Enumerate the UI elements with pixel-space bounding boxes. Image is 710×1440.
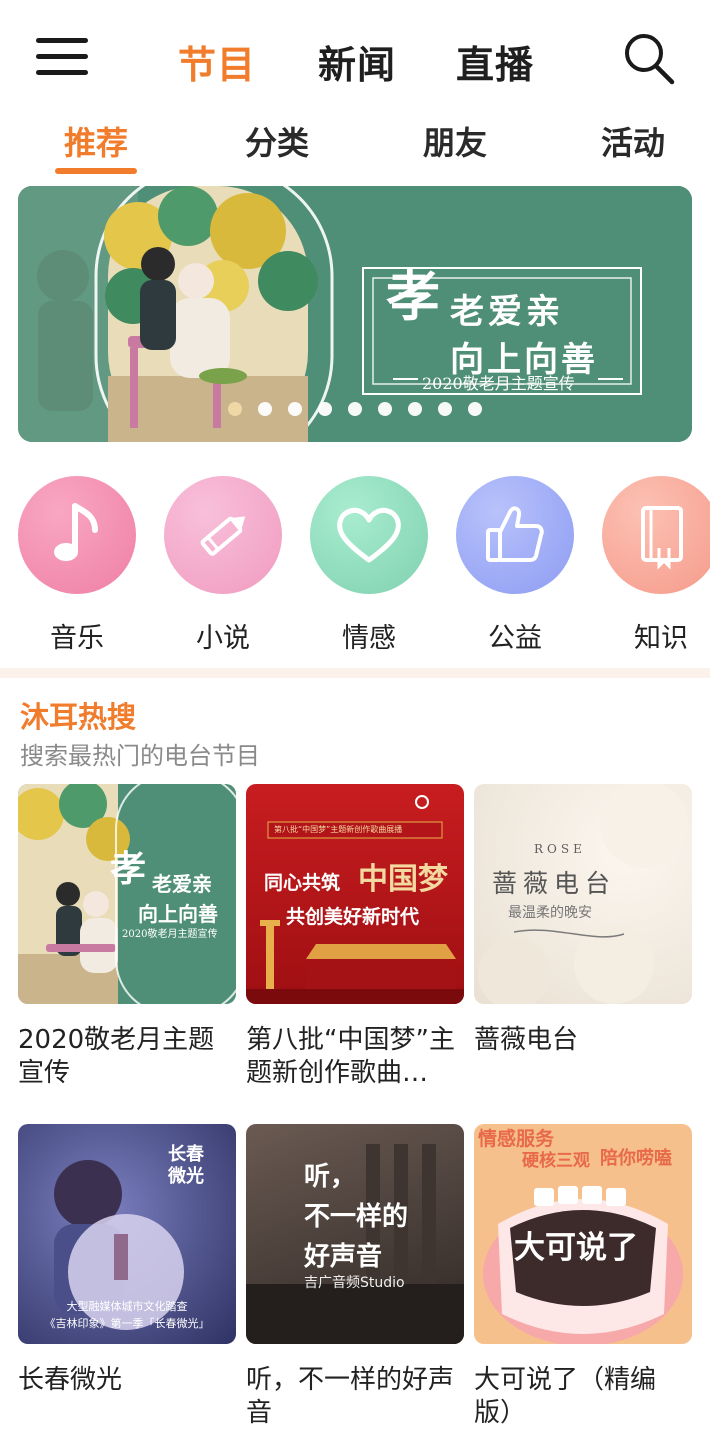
program-card[interactable]: 孝 老爱亲 向上向善 2020敬老月主题宣传 2020敬老月主题宣传 xyxy=(18,784,236,1090)
cover-title: 蔷薇电台 xyxy=(492,869,617,898)
menu-icon[interactable] xyxy=(36,36,90,76)
banner-dot[interactable] xyxy=(228,402,242,416)
pencil-icon xyxy=(164,476,282,594)
section-subtitle: 搜索最热门的电台节目 xyxy=(20,742,260,770)
program-cover: 第八批“中国梦”主题新创作歌曲展播 同心共筑 中国梦 共创美好新时代 xyxy=(246,784,464,1004)
cover-tag-2: 硬核三观 xyxy=(522,1151,590,1171)
program-card[interactable]: 第八批“中国梦”主题新创作歌曲展播 同心共筑 中国梦 共创美好新时代 第八批“中… xyxy=(246,784,464,1090)
cover-header: 第八批“中国梦”主题新创作歌曲展播 xyxy=(274,825,403,834)
cover-text-3: 好声音 xyxy=(304,1242,383,1272)
tab-news[interactable]: 新闻 xyxy=(318,34,396,89)
search-icon[interactable] xyxy=(622,32,678,86)
program-cover: 情感服务 硬核三观 陪你唠嗑 大可说了 xyxy=(474,1124,692,1344)
banner-dot[interactable] xyxy=(438,402,452,416)
cover-text-left: 同心共筑 xyxy=(264,872,341,894)
program-card[interactable]: ROSE 蔷薇电台 最温柔的晚安 蔷薇电台 xyxy=(474,784,692,1057)
banner-dot[interactable] xyxy=(348,402,362,416)
cover-text-caption: 2020敬老月主题宣传 xyxy=(122,929,218,940)
program-cover: 孝 老爱亲 向上向善 2020敬老月主题宣传 xyxy=(18,784,236,1004)
banner-caption: 2020敬老月主题宣传 xyxy=(422,374,575,393)
cover-rose-label: ROSE xyxy=(534,842,586,856)
cover-subtitle: 最温柔的晚安 xyxy=(508,905,592,921)
section-divider xyxy=(0,668,710,678)
program-title: 大可说了（精编版） xyxy=(474,1365,657,1428)
category-novel[interactable]: 小说 xyxy=(164,476,282,655)
cover-text-1: 听， xyxy=(304,1162,357,1192)
program-card[interactable]: 听， 不一样的 好声音 吉广音频Studio 听，不一样的好声音 xyxy=(246,1124,464,1430)
cover-text-big: 孝 xyxy=(110,848,147,890)
category-knowledge[interactable]: 知识 xyxy=(602,476,710,655)
program-cover: 听， 不一样的 好声音 吉广音频Studio xyxy=(246,1124,464,1344)
cover-caption-2: 《吉林印象》第一季「长春微光」 xyxy=(44,1317,210,1330)
cover-logo-text: 长春微光 xyxy=(168,1144,204,1187)
cover-main-title: 大可说了 xyxy=(514,1230,638,1266)
program-cover: 长春微光 大型融媒体城市文化踏查 《吉林印象》第一季「长春微光」 xyxy=(18,1124,236,1344)
book-icon xyxy=(602,476,710,594)
banner-pagination[interactable] xyxy=(228,402,482,416)
subtab-categories[interactable]: 分类 xyxy=(245,118,309,164)
category-label: 公益 xyxy=(488,623,542,654)
program-card[interactable]: 长春微光 大型融媒体城市文化踏查 《吉林印象》第一季「长春微光」 长春微光 xyxy=(18,1124,236,1397)
subtab-activities[interactable]: 活动 xyxy=(601,118,665,164)
tab-live[interactable]: 直播 xyxy=(456,34,534,89)
cover-text-dream: 中国梦 xyxy=(358,862,448,897)
music-note-icon xyxy=(18,476,136,594)
cover-tag-3: 陪你唠嗑 xyxy=(600,1148,672,1169)
cover-studio: 吉广音频Studio xyxy=(304,1275,405,1291)
banner-dot[interactable] xyxy=(258,402,272,416)
cover-text-line2: 向上向善 xyxy=(138,902,218,926)
category-label: 音乐 xyxy=(50,623,104,654)
banner-line1: 老爱亲 xyxy=(450,292,564,332)
program-card[interactable]: 情感服务 硬核三观 陪你唠嗑 大可说了 大可说了（精编版） xyxy=(474,1124,692,1430)
section-title: 沐耳热搜 xyxy=(20,700,137,734)
program-cover: ROSE 蔷薇电台 最温柔的晚安 xyxy=(474,784,692,1004)
banner-dot[interactable] xyxy=(318,402,332,416)
heart-icon xyxy=(310,476,428,594)
program-title: 听，不一样的好声音 xyxy=(246,1365,455,1428)
banner-dot[interactable] xyxy=(468,402,482,416)
tab-programs[interactable]: 节目 xyxy=(178,34,256,89)
category-charity[interactable]: 公益 xyxy=(456,476,574,655)
program-title: 长春微光 xyxy=(18,1365,123,1395)
cover-caption-1: 大型融媒体城市文化踏查 xyxy=(66,1300,188,1313)
program-title: 蔷薇电台 xyxy=(474,1025,579,1055)
category-emotion[interactable]: 情感 xyxy=(310,476,428,655)
thumbs-up-icon xyxy=(456,476,574,594)
category-music[interactable]: 音乐 xyxy=(18,476,136,655)
subtab-recommended[interactable]: 推荐 xyxy=(64,118,128,164)
cover-text-2: 不一样的 xyxy=(304,1202,409,1232)
banner-dot[interactable] xyxy=(408,402,422,416)
cover-text-line1: 老爱亲 xyxy=(152,872,212,896)
banner-dot[interactable] xyxy=(378,402,392,416)
category-label: 小说 xyxy=(196,623,250,654)
banner-dot[interactable] xyxy=(288,402,302,416)
active-tab-indicator xyxy=(55,168,137,174)
subtab-friends[interactable]: 朋友 xyxy=(423,118,487,164)
top-navigation: 节目 新闻 直播 xyxy=(0,0,710,110)
banner-big-character: 孝 xyxy=(386,264,440,328)
cover-text-bottom: 共创美好新时代 xyxy=(286,906,420,928)
program-title: 2020敬老月主题宣传 xyxy=(18,1025,215,1088)
category-label: 情感 xyxy=(342,623,396,654)
program-title: 第八批“中国梦”主题新创作歌曲… xyxy=(246,1025,455,1088)
category-label: 知识 xyxy=(634,623,688,654)
